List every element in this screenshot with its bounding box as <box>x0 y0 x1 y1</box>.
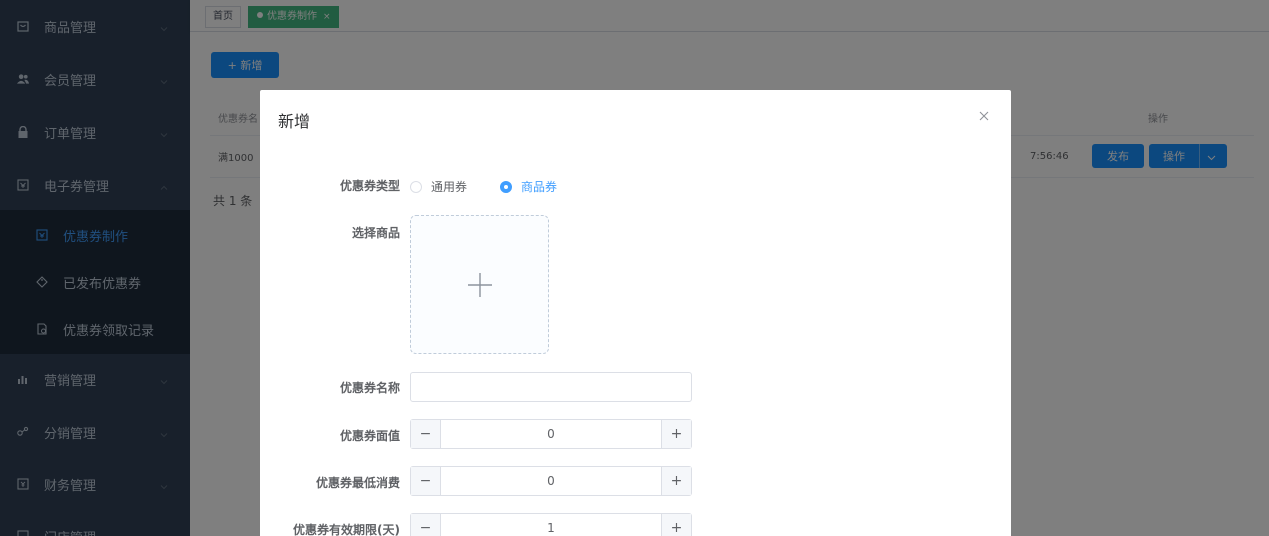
increase-button[interactable]: + <box>661 467 691 495</box>
radio-circle[interactable] <box>410 180 422 193</box>
dialog-title: 新增 <box>278 112 311 131</box>
validity-days-label: 优惠券有效期限(天) <box>293 523 400 536</box>
radio-label: 商品券 <box>521 180 558 194</box>
stepper-value[interactable]: 0 <box>441 420 661 448</box>
add-coupon-dialog: 新增 优惠券类型 通用券 商品券 选择商品 优惠券名称 优惠券面值 − 0 + … <box>260 90 1011 536</box>
goods-uploader[interactable] <box>410 215 549 354</box>
validity-days-stepper[interactable]: − 1 + <box>410 513 692 536</box>
increase-button[interactable]: + <box>661 514 691 536</box>
radio-goods-coupon[interactable]: 商品券 <box>500 178 557 195</box>
face-value-stepper[interactable]: − 0 + <box>410 419 692 449</box>
increase-button[interactable]: + <box>661 420 691 448</box>
min-spend-label: 优惠券最低消费 <box>315 476 400 490</box>
radio-general-coupon[interactable]: 通用券 <box>410 178 467 195</box>
decrease-button[interactable]: − <box>411 420 441 448</box>
coupon-type-label: 优惠券类型 <box>339 179 400 193</box>
radio-label: 通用券 <box>431 180 468 194</box>
decrease-button[interactable]: − <box>411 467 441 495</box>
close-icon[interactable] <box>978 110 990 122</box>
plus-icon <box>468 273 492 297</box>
min-spend-stepper[interactable]: − 0 + <box>410 466 692 496</box>
radio-circle[interactable] <box>500 180 512 193</box>
face-value-label: 优惠券面值 <box>339 429 400 443</box>
coupon-name-label: 优惠券名称 <box>339 381 400 395</box>
stepper-value[interactable]: 1 <box>441 514 661 536</box>
select-goods-label: 选择商品 <box>351 226 400 240</box>
stepper-value[interactable]: 0 <box>441 467 661 495</box>
coupon-name-input[interactable] <box>410 372 692 402</box>
decrease-button[interactable]: − <box>411 514 441 536</box>
